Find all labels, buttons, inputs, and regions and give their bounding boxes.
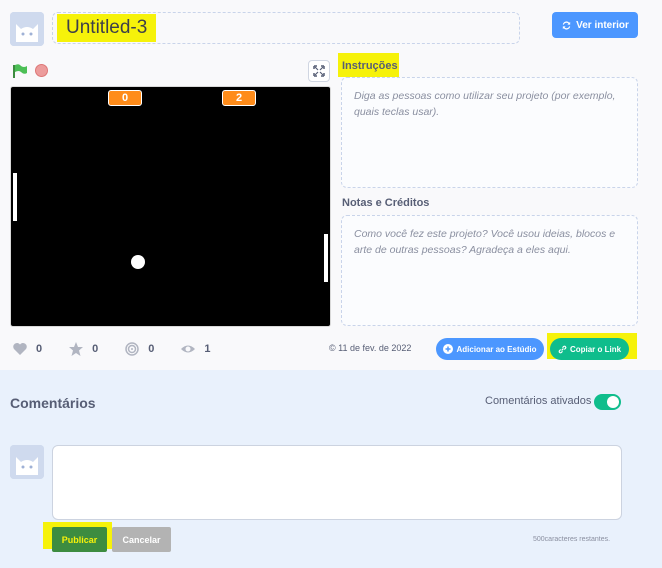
favorites-stat[interactable]: 0 bbox=[68, 341, 98, 357]
copy-link-label: Copiar o Link bbox=[569, 344, 622, 354]
add-to-studio-button[interactable]: Adicionar ao Estúdio bbox=[436, 338, 544, 360]
project-stage[interactable]: 0 2 bbox=[10, 86, 331, 327]
title-highlight: Untitled-3 bbox=[57, 14, 157, 42]
cat-avatar-icon bbox=[10, 12, 44, 46]
favorites-count: 0 bbox=[92, 343, 99, 355]
user-avatar[interactable] bbox=[10, 12, 44, 46]
link-icon bbox=[558, 345, 567, 353]
star-icon bbox=[69, 342, 84, 356]
instructions-heading: Instruções bbox=[342, 60, 398, 72]
fullscreen-button[interactable] bbox=[308, 60, 330, 82]
notes-heading: Notas e Créditos bbox=[342, 197, 430, 209]
cat-avatar-icon bbox=[10, 445, 44, 479]
project-title: Untitled-3 bbox=[66, 17, 148, 38]
characters-remaining: 500caracteres restantes. bbox=[533, 536, 611, 543]
comment-textarea[interactable] bbox=[52, 445, 622, 520]
ball bbox=[131, 255, 145, 269]
remixes-count: 0 bbox=[148, 343, 155, 355]
score-left: 0 bbox=[108, 90, 142, 106]
left-paddle bbox=[13, 173, 17, 221]
plus-icon bbox=[443, 344, 454, 354]
see-inside-label: Ver interior bbox=[576, 19, 629, 31]
right-paddle bbox=[324, 234, 328, 282]
score-right: 2 bbox=[222, 90, 256, 106]
cancel-button[interactable]: Cancelar bbox=[112, 527, 171, 552]
comments-toggle-label: Comentários ativados bbox=[485, 395, 592, 407]
comments-title: Comentários bbox=[10, 395, 96, 411]
add-to-studio-label: Adicionar ao Estúdio bbox=[456, 344, 537, 354]
eye-icon bbox=[181, 345, 196, 353]
share-date: © 11 de fev. de 2022 bbox=[329, 343, 412, 353]
views-count: 1 bbox=[204, 343, 211, 355]
heart-icon bbox=[13, 343, 27, 355]
project-title-field[interactable]: Untitled-3 bbox=[52, 12, 520, 44]
comments-toggle[interactable] bbox=[594, 394, 621, 410]
project-stats: 0 0 0 1 bbox=[12, 340, 237, 358]
swap-icon bbox=[562, 20, 571, 30]
remix-icon bbox=[125, 342, 139, 356]
comment-user-avatar bbox=[10, 445, 44, 479]
stop-icon[interactable] bbox=[35, 64, 48, 77]
copy-link-button[interactable]: Copiar o Link bbox=[550, 338, 629, 360]
loves-count: 0 bbox=[36, 343, 43, 355]
green-flag-icon[interactable] bbox=[12, 64, 28, 78]
notes-input[interactable]: Como você fez este projeto? Você usou id… bbox=[341, 215, 638, 326]
instructions-input[interactable]: Diga as pessoas como utilizar seu projet… bbox=[341, 77, 638, 188]
publish-button[interactable]: Publicar bbox=[52, 527, 107, 552]
views-stat: 1 bbox=[180, 341, 211, 357]
fullscreen-icon bbox=[313, 65, 325, 77]
loves-stat[interactable]: 0 bbox=[12, 341, 42, 357]
remixes-stat: 0 bbox=[124, 341, 154, 357]
see-inside-button[interactable]: Ver interior bbox=[552, 12, 638, 38]
